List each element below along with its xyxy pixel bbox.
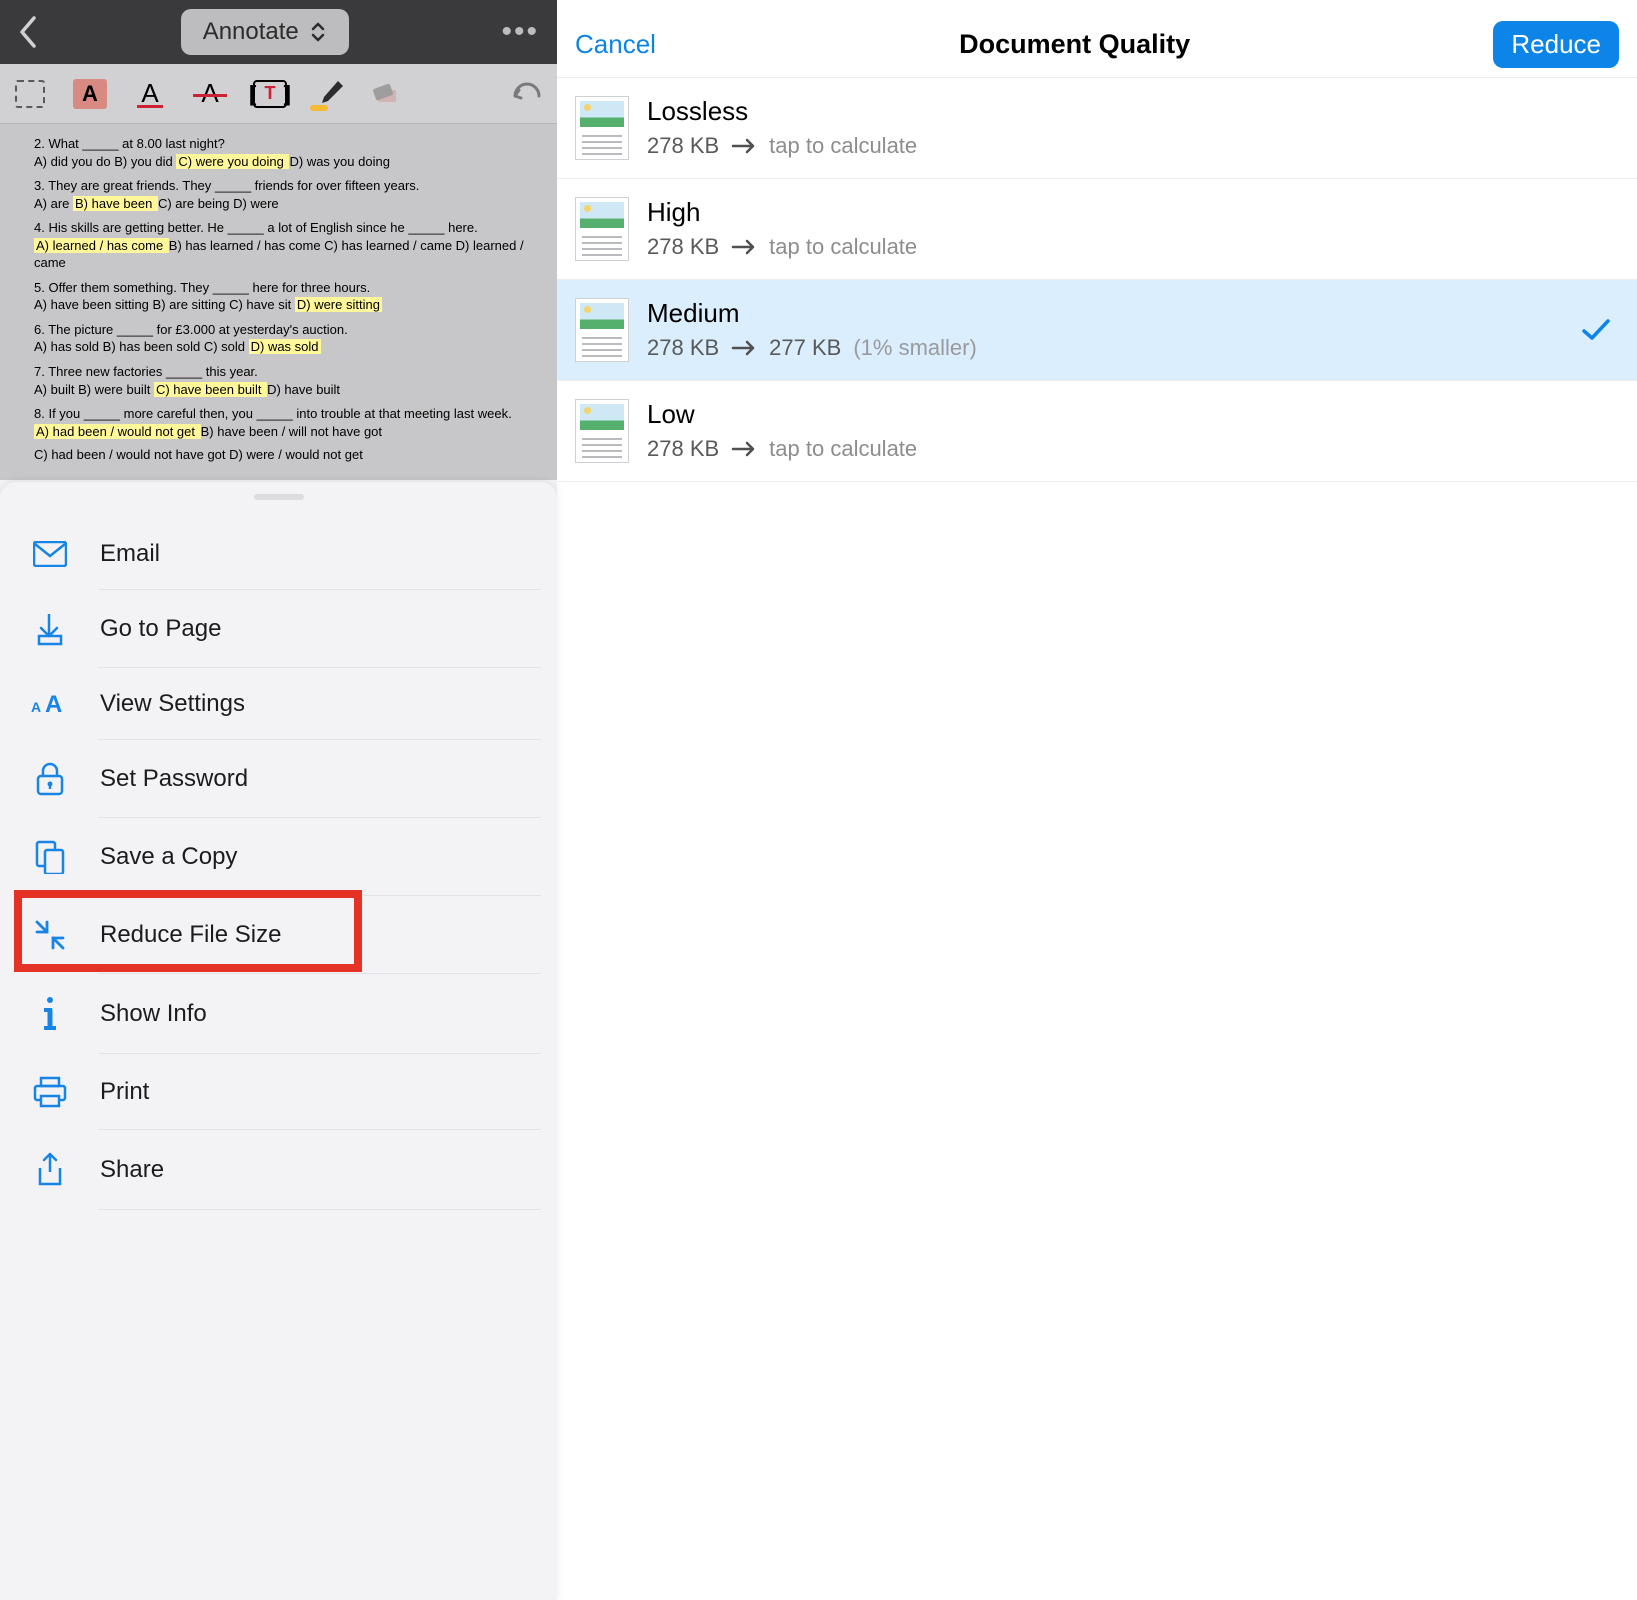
menu-item-goto[interactable]: Go to Page [0, 590, 557, 668]
menu-item-share[interactable]: Share [0, 1130, 557, 1210]
menu-label: Reduce File Size [100, 921, 281, 949]
quality-name: High [647, 197, 917, 228]
mail-icon [28, 541, 72, 567]
menu-label: Set Password [100, 765, 248, 793]
size-before: 278 KB [647, 234, 719, 260]
topbar: Annotate ••• [0, 0, 557, 64]
doc-thumbnail-icon [575, 96, 629, 160]
eraser-icon[interactable] [370, 79, 404, 109]
mode-label: Annotate [203, 18, 299, 46]
size-after: 277 KB [769, 335, 841, 361]
size-before: 278 KB [647, 436, 719, 462]
menu-label: View Settings [100, 690, 245, 718]
menu-label: Email [100, 540, 160, 568]
quality-name: Medium [647, 298, 977, 329]
svg-text:A: A [45, 691, 62, 718]
menu-label: Show Info [100, 1000, 207, 1028]
view-icon: AA [28, 690, 72, 718]
size-before: 278 KB [647, 335, 719, 361]
info-icon [28, 996, 72, 1032]
insert-text-icon[interactable]: [T] [252, 76, 288, 112]
lock-icon [28, 762, 72, 796]
calculate-hint: tap to calculate [769, 234, 917, 260]
highlighter-icon[interactable] [312, 79, 346, 109]
quality-option-low[interactable]: Low 278 KB tap to calculate [557, 381, 1637, 482]
page-title: Document Quality [656, 29, 1493, 60]
size-before: 278 KB [647, 133, 719, 159]
text-highlight-box-icon[interactable]: A [72, 76, 108, 112]
arrow-right-icon [731, 238, 757, 256]
mode-selector[interactable]: Annotate [181, 9, 349, 55]
doc-thumbnail-icon [575, 399, 629, 463]
menu-item-lock[interactable]: Set Password [0, 740, 557, 818]
checkmark-icon [1581, 318, 1611, 342]
menu-label: Go to Page [100, 615, 221, 643]
quality-option-high[interactable]: High 278 KB tap to calculate [557, 179, 1637, 280]
svg-text:A: A [31, 699, 41, 715]
print-icon [28, 1076, 72, 1108]
cancel-button[interactable]: Cancel [575, 29, 656, 60]
menu-label: Share [100, 1156, 164, 1184]
goto-icon [28, 612, 72, 646]
underline-icon[interactable]: A [132, 76, 168, 112]
right-panel: Cancel Document Quality Reduce Lossless 2… [557, 0, 1637, 1600]
menu-item-print[interactable]: Print [0, 1054, 557, 1130]
share-icon [28, 1152, 72, 1188]
quality-option-medium[interactable]: Medium 278 KB 277 KB (1% smaller) [557, 280, 1637, 381]
action-sheet: Email Go to Page AA View Settings Set Passwo… [0, 482, 557, 1600]
reduce-button[interactable]: Reduce [1493, 21, 1619, 68]
arrow-right-icon [731, 137, 757, 155]
quality-header: Cancel Document Quality Reduce [557, 0, 1637, 78]
menu-item-view[interactable]: AA View Settings [0, 668, 557, 740]
reduce-icon [28, 918, 72, 952]
quality-option-lossless[interactable]: Lossless 278 KB tap to calculate [557, 78, 1637, 179]
menu-item-reduce[interactable]: Reduce File Size [0, 896, 557, 974]
doc-thumbnail-icon [575, 298, 629, 362]
calculate-hint: tap to calculate [769, 436, 917, 462]
menu-item-copy[interactable]: Save a Copy [0, 818, 557, 896]
size-diff: (1% smaller) [853, 335, 976, 361]
marquee-select-icon[interactable] [12, 76, 48, 112]
menu-label: Save a Copy [100, 843, 237, 871]
sheet-grabber[interactable] [254, 494, 304, 500]
menu-label: Print [100, 1078, 149, 1106]
quality-options-list: Lossless 278 KB tap to calculate High 278 KB… [557, 78, 1637, 482]
document-preview: 2. What _____ at 8.00 last night?A) did … [0, 124, 557, 480]
more-menu-icon[interactable]: ••• [501, 15, 539, 49]
menu-item-info[interactable]: Show Info [0, 974, 557, 1054]
menu-item-mail[interactable]: Email [0, 518, 557, 590]
doc-thumbnail-icon [575, 197, 629, 261]
annotation-toolbar: A A A [T] [0, 64, 557, 124]
undo-icon[interactable] [509, 76, 545, 112]
quality-name: Low [647, 399, 917, 430]
strikethrough-icon[interactable]: A [192, 76, 228, 112]
quality-name: Lossless [647, 96, 917, 127]
calculate-hint: tap to calculate [769, 133, 917, 159]
left-panel: Annotate ••• A A A [T] 2. What _____ at … [0, 0, 557, 1600]
arrow-right-icon [731, 339, 757, 357]
copy-icon [28, 840, 72, 874]
back-button[interactable] [18, 16, 38, 48]
arrow-right-icon [731, 440, 757, 458]
